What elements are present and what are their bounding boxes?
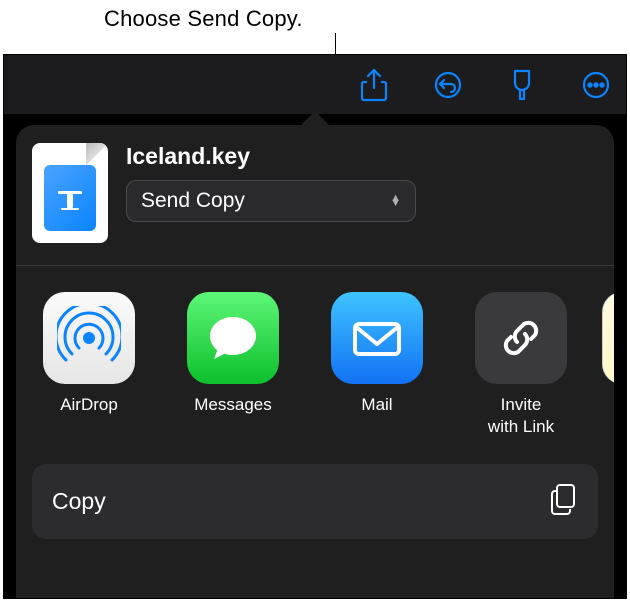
link-icon: [475, 292, 567, 384]
send-mode-select[interactable]: Send Copy ▲▼: [126, 180, 416, 222]
action-copy-label: Copy: [52, 488, 106, 515]
undo-icon[interactable]: [430, 67, 466, 103]
toolbar: [4, 55, 626, 115]
document-meta: Iceland.key Send Copy ▲▼: [126, 143, 598, 222]
callout-text: Choose Send Copy.: [104, 6, 303, 32]
share-icon[interactable]: [356, 67, 392, 103]
action-copy[interactable]: Copy: [32, 464, 598, 539]
share-more-peek[interactable]: [602, 292, 614, 438]
messages-icon: [187, 292, 279, 384]
notes-icon-peek: [602, 292, 614, 384]
share-messages[interactable]: Messages: [178, 292, 288, 438]
share-grid: AirDrop Messages Mail: [16, 266, 614, 458]
chevron-up-down-icon: ▲▼: [390, 196, 401, 206]
device-frame: Iceland.key Send Copy ▲▼: [3, 54, 627, 599]
share-actions: Copy: [16, 458, 614, 559]
share-airdrop[interactable]: AirDrop: [34, 292, 144, 438]
copy-icon: [548, 482, 578, 521]
share-sheet: Iceland.key Send Copy ▲▼: [16, 125, 614, 598]
airdrop-icon: [43, 292, 135, 384]
send-mode-label: Send Copy: [141, 189, 245, 213]
document-filename: Iceland.key: [126, 143, 598, 170]
share-invite-with-link[interactable]: Invite with Link: [466, 292, 576, 438]
share-invite-label: Invite with Link: [488, 394, 554, 438]
share-mail-label: Mail: [361, 394, 392, 416]
mail-icon: [331, 292, 423, 384]
sheet-header: Iceland.key Send Copy ▲▼: [16, 125, 614, 265]
share-messages-label: Messages: [194, 394, 271, 416]
share-airdrop-label: AirDrop: [60, 394, 118, 416]
more-icon[interactable]: [578, 67, 614, 103]
share-mail[interactable]: Mail: [322, 292, 432, 438]
brush-icon[interactable]: [504, 67, 540, 103]
document-thumbnail: [32, 143, 108, 243]
